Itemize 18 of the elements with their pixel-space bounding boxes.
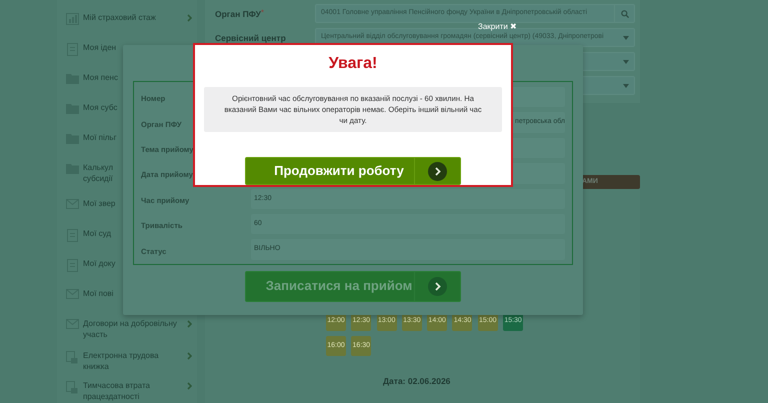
sidebar-item-label: Калькул субсидії (83, 162, 114, 184)
date-heading: Дата: 02.06.2026 (383, 376, 450, 386)
sidebar-item-label: Електронна трудова книжка (83, 350, 160, 372)
sidebar-item-label: Мій страховий стаж (83, 12, 157, 23)
sidebar-item-label: Мої пові (83, 288, 114, 299)
sidebar-item-label: Моя пенс (83, 72, 119, 83)
required-mark: * (260, 8, 264, 16)
sidebar-item-label: Моя субс (83, 102, 118, 113)
field-label: Орган ПФУ (215, 8, 261, 18)
sidebar-item-label: Мої звер (83, 198, 116, 209)
sidebar-item-label: Мої доку (83, 258, 116, 269)
field-label: Сервісний центр (215, 32, 286, 42)
alert-title: Увага! (328, 54, 378, 74)
sidebar-item-label: Мої пільг (83, 132, 118, 143)
sidebar-item-label: Договори на добровільну участь (83, 318, 178, 340)
sidebar-item-label: Тимчасова втрата працездатності (83, 380, 151, 402)
sidebar-item-label: Мої суд (83, 228, 112, 239)
sidebar-item-label: Моя іден (83, 42, 118, 53)
